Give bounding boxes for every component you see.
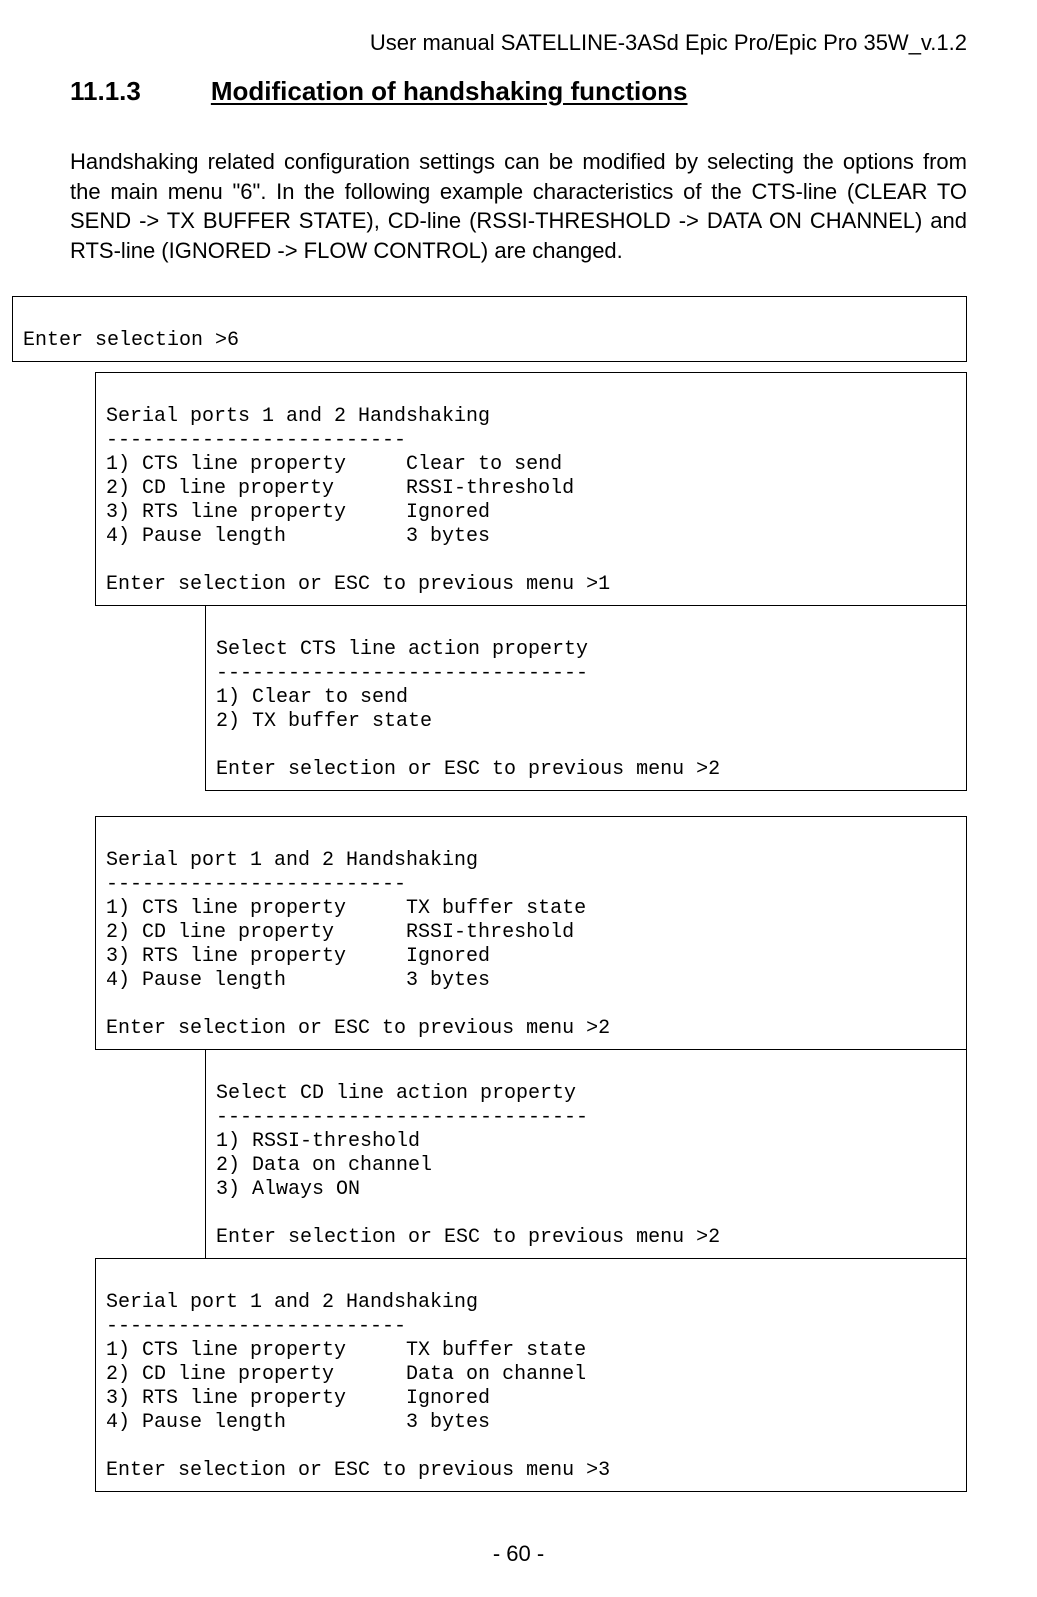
page-container: User manual SATELLINE-3ASd Epic Pro/Epic… bbox=[0, 0, 1037, 1597]
terminal-sequence: Enter selection >6 Serial ports 1 and 2 … bbox=[5, 296, 967, 1492]
intro-paragraph: Handshaking related configuration settin… bbox=[70, 147, 967, 266]
section-title: Modification of handshaking functions bbox=[211, 76, 688, 107]
terminal-box-handshaking-menu-2: Serial port 1 and 2 Handshaking --------… bbox=[95, 816, 967, 1050]
terminal-box-handshaking-menu-1: Serial ports 1 and 2 Handshaking -------… bbox=[95, 372, 967, 606]
terminal-box-enter-selection: Enter selection >6 bbox=[12, 296, 967, 362]
terminal-box-cts-submenu: Select CTS line action property --------… bbox=[205, 605, 967, 791]
section-number: 11.1.3 bbox=[70, 76, 141, 107]
section-heading: 11.1.3 Modification of handshaking funct… bbox=[5, 76, 967, 107]
terminal-box-cd-submenu: Select CD line action property ---------… bbox=[205, 1049, 967, 1259]
page-header: User manual SATELLINE-3ASd Epic Pro/Epic… bbox=[70, 30, 967, 56]
terminal-box-handshaking-menu-3: Serial port 1 and 2 Handshaking --------… bbox=[95, 1258, 967, 1492]
page-footer: - 60 - bbox=[0, 1541, 1037, 1567]
